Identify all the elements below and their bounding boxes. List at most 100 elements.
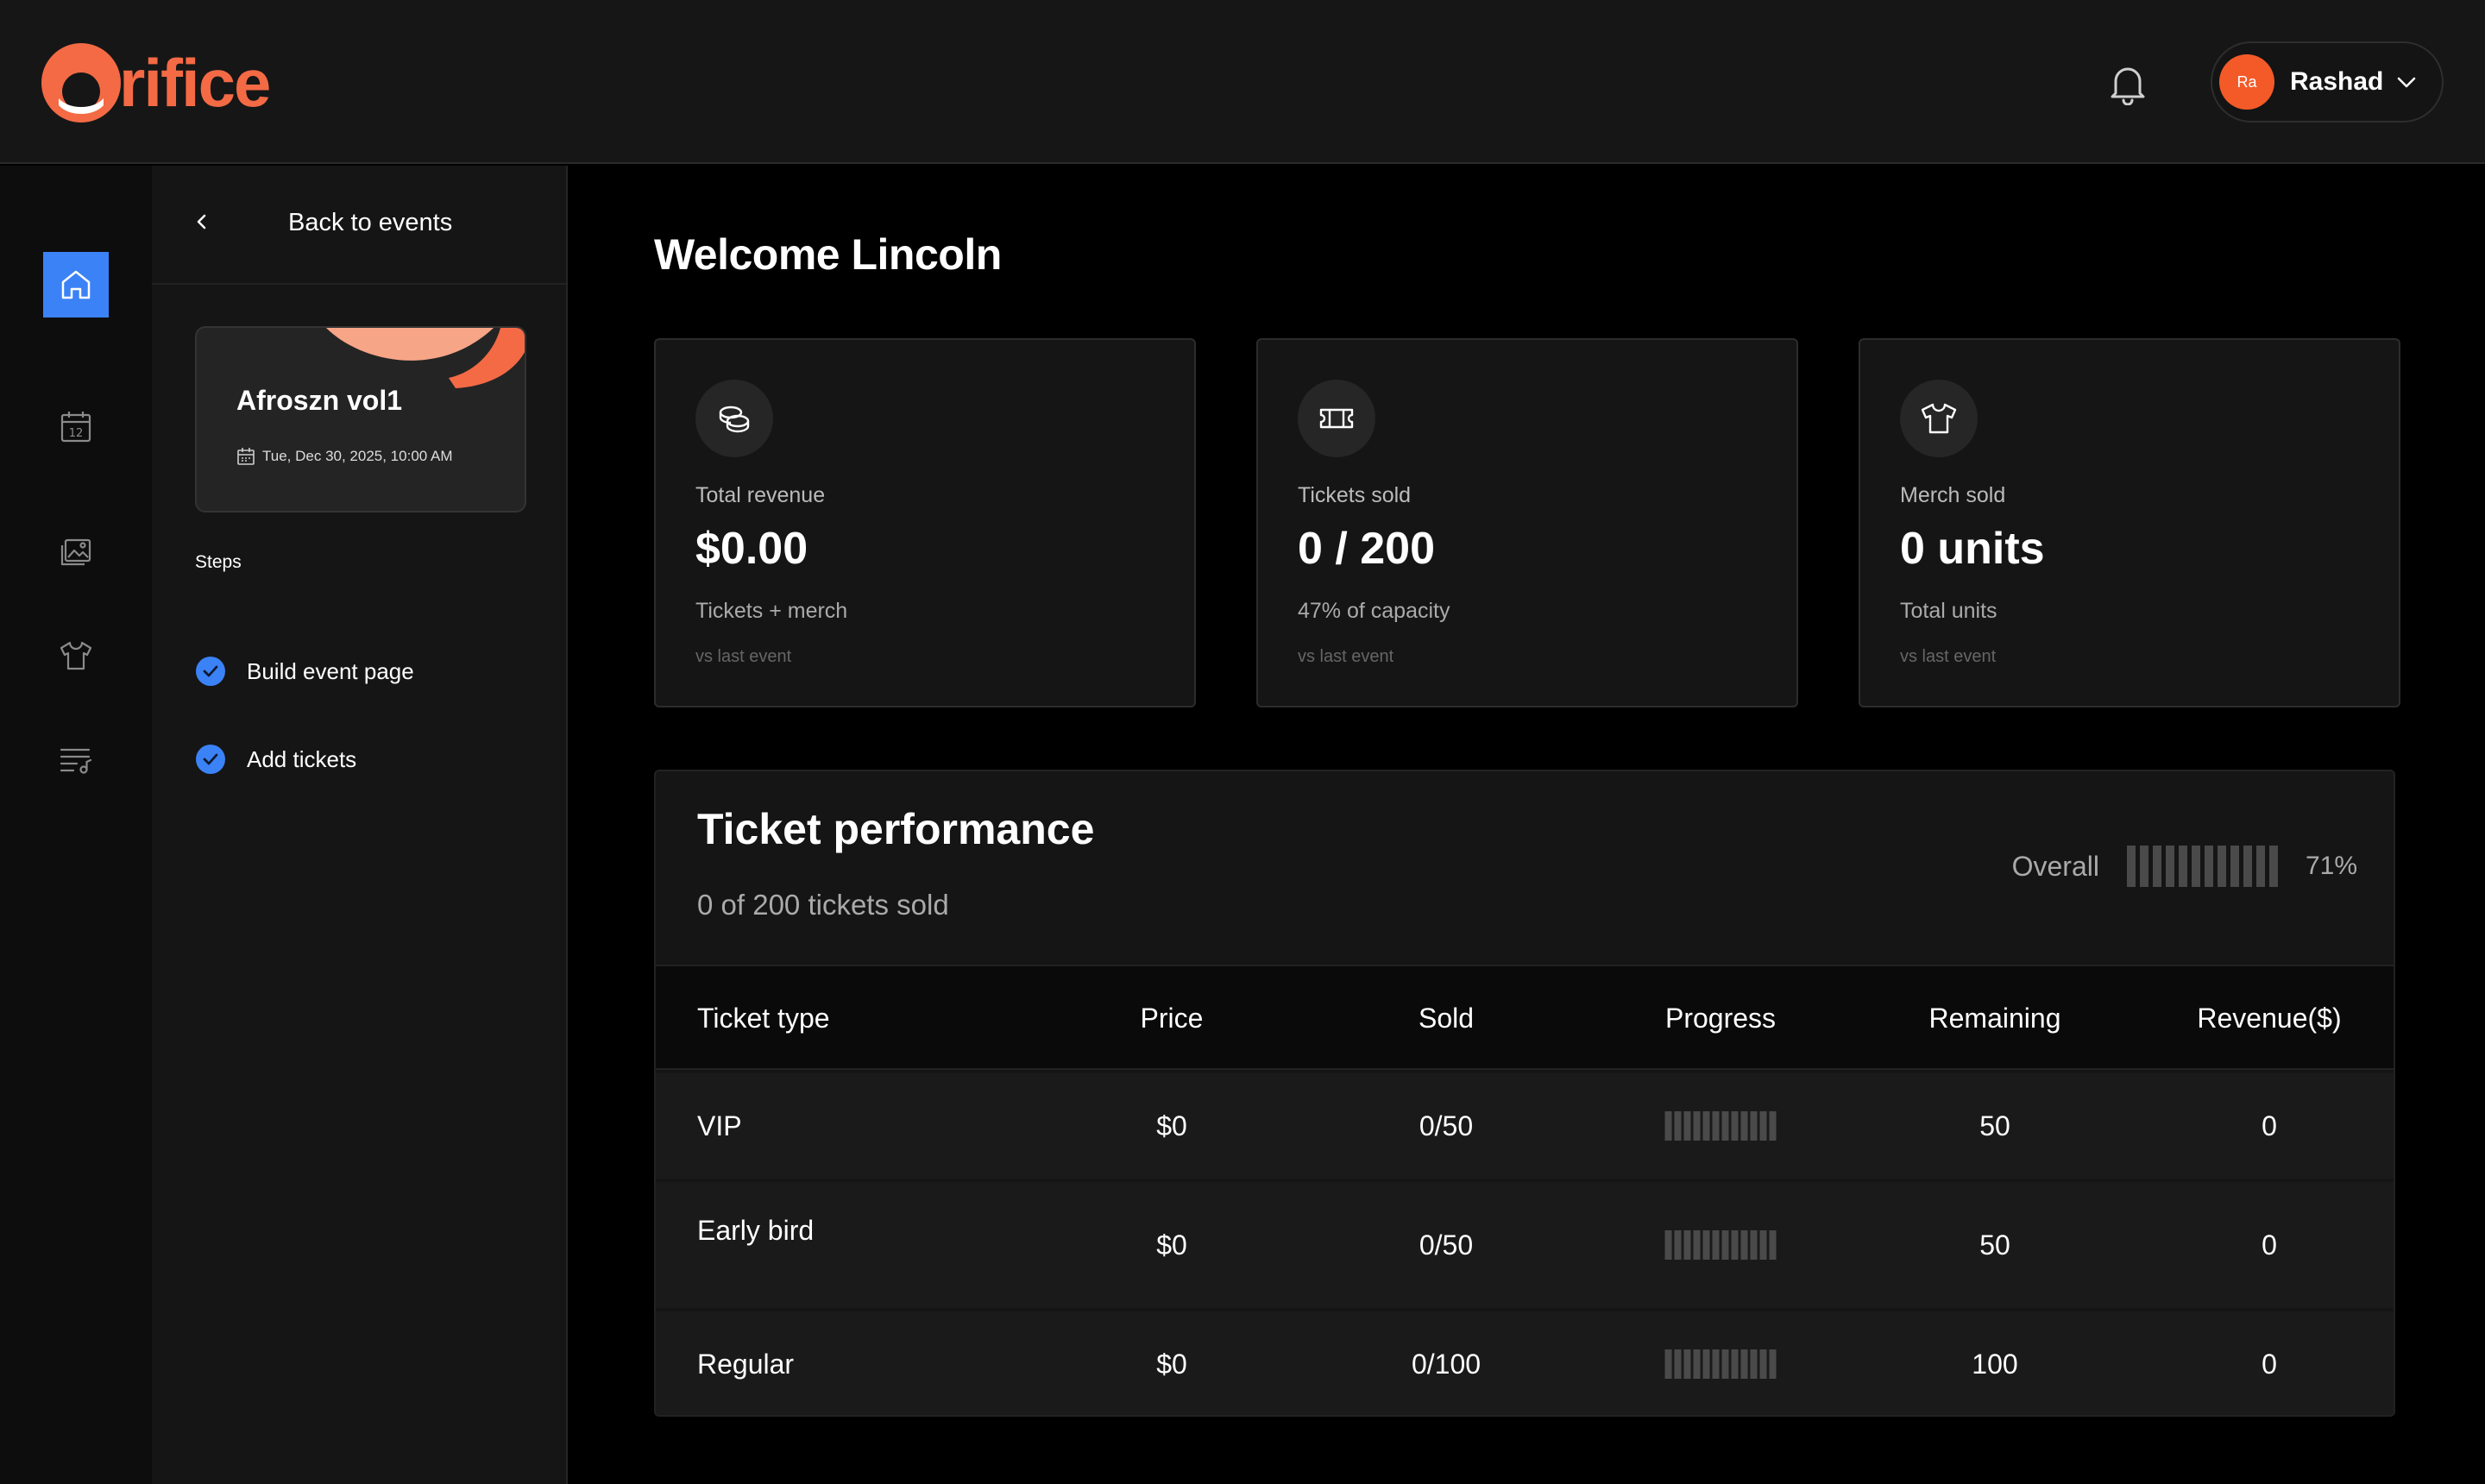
- steps-heading: Steps: [195, 552, 242, 572]
- overall-label: Overall: [2011, 850, 2099, 882]
- ticket-sold: 0/100: [1411, 1349, 1482, 1380]
- ticket-type: Early bird: [697, 1215, 815, 1246]
- progress-segment: [2178, 846, 2187, 887]
- steps-panel: Back to events Afroszn vol1 Tue, Dec 30,…: [152, 166, 568, 1484]
- rail-item-calendar[interactable]: 12: [43, 393, 109, 459]
- progress-segment: [1712, 1230, 1720, 1260]
- progress-segment: [1702, 1349, 1710, 1379]
- event-card[interactable]: Afroszn vol1 Tue, Dec 30, 2025, 10:00 AM: [195, 326, 526, 512]
- row-progress-bar: [1664, 1311, 1777, 1415]
- segment-bar: [1664, 1349, 1777, 1379]
- table-row[interactable]: Regular $0 0/100 100 0: [656, 1311, 2394, 1415]
- overall-percent: 71%: [2305, 852, 2357, 880]
- rail-item-gallery[interactable]: [43, 519, 109, 585]
- stat-card-tickets: Tickets sold 0 / 200 47% of capacity vs …: [1256, 338, 1798, 707]
- ticket-price: $0: [1156, 1349, 1187, 1380]
- stat-icon-wrap: [1298, 380, 1375, 457]
- rail-item-home[interactable]: [43, 252, 109, 318]
- ticket-remaining: 50: [1979, 1110, 2010, 1141]
- overall-progress-bar: [2126, 846, 2278, 887]
- check-circle-icon: [196, 745, 225, 774]
- progress-segment: [1740, 1111, 1748, 1141]
- user-menu-button[interactable]: Ra Rashad: [2211, 41, 2444, 123]
- stat-subtext: 47% of capacity: [1298, 599, 1450, 623]
- progress-segment: [2255, 846, 2265, 887]
- ticket-remaining: 50: [1979, 1229, 2010, 1261]
- progress-segment: [1693, 1349, 1701, 1379]
- progress-segment: [1683, 1349, 1691, 1379]
- chevron-down-icon: [2398, 77, 2416, 88]
- ticket-icon: [1319, 408, 1354, 429]
- stat-label: Tickets sold: [1298, 483, 1412, 507]
- progress-segment: [1712, 1111, 1720, 1141]
- progress-segment: [1693, 1111, 1701, 1141]
- check-circle-icon: [196, 657, 225, 686]
- column-header-progress: Progress: [1664, 1003, 1777, 1034]
- stat-label: Merch sold: [1900, 483, 2006, 507]
- progress-segment: [2230, 846, 2239, 887]
- section-title: Ticket performance: [697, 805, 1095, 853]
- page-title: Welcome Lincoln: [654, 230, 1002, 279]
- ticket-price: $0: [1156, 1229, 1187, 1261]
- table-header: Ticket type Price Sold Progress Remainin…: [656, 966, 2394, 1070]
- main-content: Welcome Lincoln Total revenue $0.00 Tick…: [569, 166, 2485, 1484]
- calendar-icon: 12: [60, 412, 91, 443]
- rail-item-playlist[interactable]: [43, 726, 109, 792]
- overall-progress: Overall 71%: [2012, 846, 2357, 887]
- progress-segment: [1740, 1230, 1748, 1260]
- logo-mark-icon: [41, 43, 121, 123]
- notification-bell-icon[interactable]: [2107, 60, 2148, 105]
- column-header-revenue: Revenue($): [2197, 1003, 2342, 1034]
- progress-segment: [1674, 1111, 1682, 1141]
- progress-segment: [1683, 1111, 1691, 1141]
- progress-segment: [2243, 846, 2252, 887]
- progress-segment: [1769, 1230, 1777, 1260]
- logo[interactable]: rifice: [40, 41, 271, 124]
- back-to-events-link[interactable]: Back to events: [152, 166, 566, 285]
- progress-segment: [1664, 1111, 1672, 1141]
- event-date-row: Tue, Dec 30, 2025, 10:00 AM: [236, 447, 453, 466]
- avatar: Ra: [2219, 54, 2274, 110]
- progress-segment: [1769, 1111, 1777, 1141]
- tshirt-icon: [1921, 403, 1957, 434]
- progress-segment: [1759, 1111, 1767, 1141]
- progress-segment: [1712, 1349, 1720, 1379]
- stat-card-revenue: Total revenue $0.00 Tickets + merch vs l…: [654, 338, 1196, 707]
- progress-segment: [1674, 1230, 1682, 1260]
- stat-icon-wrap: [1900, 380, 1978, 457]
- rail-item-merch[interactable]: [43, 623, 109, 689]
- row-progress-bar: [1664, 1182, 1777, 1308]
- chevron-left-icon: [197, 214, 206, 230]
- progress-segment: [1683, 1230, 1691, 1260]
- event-title: Afroszn vol1: [236, 385, 403, 416]
- stat-icon-wrap: [695, 380, 773, 457]
- progress-segment: [2204, 846, 2213, 887]
- app-root: rifice Ra Rashad 12 Back to events Afros…: [0, 0, 2485, 1484]
- stat-comparison: vs last event: [1298, 647, 1394, 666]
- icon-rail: 12: [0, 166, 152, 1484]
- ticket-price: $0: [1156, 1110, 1187, 1141]
- back-to-events-label: Back to events: [288, 209, 453, 236]
- progress-segment: [1702, 1111, 1710, 1141]
- stat-label: Total revenue: [695, 483, 826, 507]
- stat-value: 0 / 200: [1298, 524, 1436, 574]
- progress-segment: [1750, 1230, 1758, 1260]
- step-build-event-page[interactable]: Build event page: [195, 656, 414, 687]
- progress-segment: [2165, 846, 2174, 887]
- step-label: Build event page: [247, 657, 414, 684]
- column-header-sold: Sold: [1418, 1003, 1475, 1034]
- progress-segment: [1721, 1230, 1729, 1260]
- home-icon: [61, 270, 91, 299]
- row-progress-bar: [1664, 1073, 1777, 1179]
- step-add-tickets[interactable]: Add tickets: [195, 744, 356, 775]
- table-row[interactable]: VIP $0 0/50 50 0: [656, 1073, 2394, 1179]
- stat-subtext: Tickets + merch: [695, 599, 848, 623]
- ticket-revenue: 0: [2262, 1110, 2277, 1141]
- section-subtitle: 0 of 200 tickets sold: [697, 889, 949, 921]
- table-row[interactable]: Early bird $0 0/50 50 0: [656, 1182, 2394, 1308]
- column-header-ticket-type: Ticket type: [697, 1003, 830, 1034]
- top-bar: rifice Ra Rashad: [0, 0, 2485, 164]
- progress-segment: [1731, 1349, 1739, 1379]
- logo-text: rifice: [119, 45, 271, 121]
- stat-value: 0 units: [1900, 524, 2045, 574]
